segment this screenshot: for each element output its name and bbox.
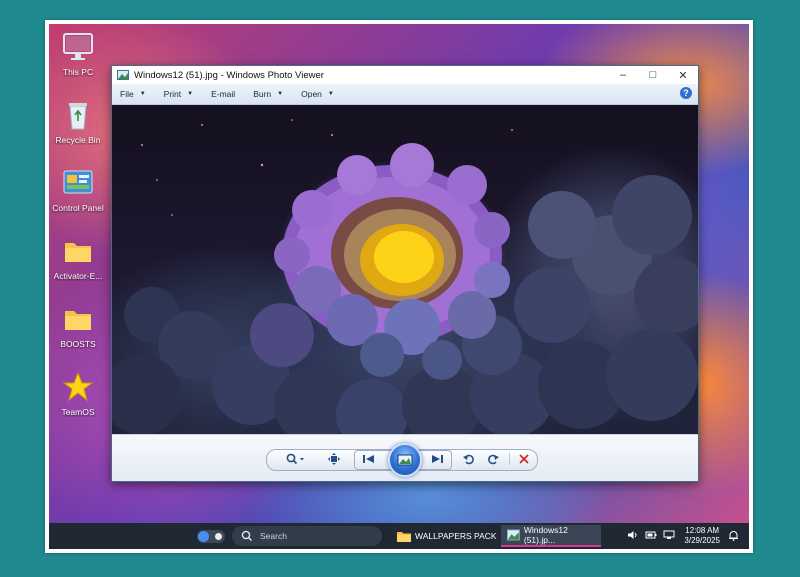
notification-bell-icon[interactable] <box>728 530 739 543</box>
slideshow-icon <box>397 454 413 466</box>
fit-window-icon <box>328 453 340 465</box>
taskbar-search-box[interactable]: Search <box>232 526 382 546</box>
star-icon <box>61 370 95 404</box>
rotate-counterclockwise-button[interactable] <box>461 451 477 467</box>
menu-label: Print <box>163 89 182 99</box>
folder-icon <box>61 302 95 336</box>
dropdown-arrow-icon: ▼ <box>187 91 194 97</box>
desktop-icon-this-pc[interactable]: This PC <box>49 30 107 77</box>
system-tray: 12:08 AM 3/29/2025 <box>624 523 741 549</box>
taskbar-app-photo-viewer[interactable]: Windows12 (51).jp... <box>501 525 601 547</box>
desktop-icon-label: TeamOS <box>61 407 95 417</box>
photo-icon <box>507 529 520 541</box>
actual-size-button[interactable] <box>324 451 344 467</box>
window-title: Windows12 (51).jpg - Windows Photo Viewe… <box>134 69 324 81</box>
desktop-icon-control-panel[interactable]: Control Panel <box>49 166 107 213</box>
delete-button[interactable] <box>516 451 532 467</box>
menu-print[interactable]: Print ▼ <box>160 89 197 99</box>
search-icon <box>241 530 253 542</box>
search-placeholder: Search <box>260 531 287 541</box>
taskbar-app-label: Windows12 (51).jp... <box>523 525 568 545</box>
close-button[interactable]: ✕ <box>668 66 698 84</box>
battery-icon[interactable] <box>645 530 657 542</box>
desktop-icon-label: Control Panel <box>52 203 104 213</box>
network-icon[interactable] <box>663 530 675 542</box>
delete-icon <box>519 454 529 464</box>
desktop-icon-teamos[interactable]: TeamOS <box>49 370 107 417</box>
rotate-left-icon <box>463 454 474 465</box>
next-icon <box>432 455 443 463</box>
menu-open[interactable]: Open ▼ <box>297 89 338 99</box>
desktop-icon-boosts[interactable]: BOOSTS <box>49 302 107 349</box>
menu-burn[interactable]: Burn ▼ <box>249 89 287 99</box>
menu-label: E-mail <box>211 89 236 99</box>
widgets-toggle[interactable] <box>197 530 225 543</box>
minimize-icon: – <box>619 69 627 81</box>
control-panel-icon <box>61 166 95 200</box>
desktop-icon-label: Recycle Bin <box>55 135 101 145</box>
maximize-icon: □ <box>649 69 657 81</box>
menu-email[interactable]: E-mail <box>207 89 239 99</box>
toggle-knob <box>198 531 209 542</box>
help-button[interactable]: ? <box>680 87 692 99</box>
monitor-icon <box>61 30 95 64</box>
close-icon: ✕ <box>678 69 688 82</box>
dropdown-arrow-icon: ▼ <box>139 91 146 97</box>
photo-viewer-window: Windows12 (51).jpg - Windows Photo Viewe… <box>111 65 699 482</box>
maximize-button[interactable]: □ <box>638 66 668 84</box>
rotate-right-icon <box>488 454 499 465</box>
desktop-icon-label: Activator-E... <box>53 271 103 281</box>
desktop-icon-label: BOOSTS <box>60 339 96 349</box>
recycle-bin-icon <box>61 98 95 132</box>
menu-bar: File ▼ Print ▼ E-mail Burn ▼ Open ▼ ? <box>112 84 698 105</box>
slideshow-button[interactable] <box>388 443 422 477</box>
previous-icon <box>363 455 374 463</box>
taskbar: Search WALLPAPERS PACK Windows12 (51).jp… <box>49 523 749 549</box>
menu-label: Open <box>301 89 322 99</box>
folder-icon <box>61 234 95 268</box>
next-button[interactable] <box>426 452 448 466</box>
desktop-icon-recycle-bin[interactable]: Recycle Bin <box>49 98 107 145</box>
dropdown-arrow-icon: ▼ <box>327 91 334 97</box>
desktop-icon-label: This PC <box>62 67 94 77</box>
folder-icon <box>397 532 411 542</box>
viewer-controls <box>112 434 698 481</box>
desktop: This PC Recycle Bin Control Panel Activa… <box>49 24 749 549</box>
menu-label: File <box>120 89 134 99</box>
dropdown-arrow-icon: ▼ <box>277 91 284 97</box>
photo-viewer-app-icon <box>117 70 129 80</box>
photo-display <box>112 105 698 435</box>
clock[interactable]: 12:08 AM 3/29/2025 <box>684 526 720 546</box>
menu-label: Burn <box>253 89 272 99</box>
rotate-clockwise-button[interactable] <box>485 451 501 467</box>
clock-time: 12:08 AM <box>685 526 720 535</box>
minimize-button[interactable]: – <box>608 66 638 84</box>
title-bar[interactable]: Windows12 (51).jpg - Windows Photo Viewe… <box>112 66 698 84</box>
taskbar-app-label: WALLPAPERS PACK <box>415 531 497 541</box>
desktop-icon-activator[interactable]: Activator-E... <box>49 234 107 281</box>
separator <box>509 453 510 465</box>
menu-file[interactable]: File ▼ <box>116 89 150 99</box>
taskbar-app-wallpapers-pack[interactable]: WALLPAPERS PACK <box>391 525 503 547</box>
zoom-icon <box>286 453 304 465</box>
previous-button[interactable] <box>358 452 380 466</box>
photo-image <box>112 119 698 435</box>
screenshot-frame: This PC Recycle Bin Control Panel Activa… <box>45 20 753 553</box>
camera-icon <box>215 533 222 540</box>
clock-date: 3/29/2025 <box>684 536 720 545</box>
zoom-button[interactable] <box>284 451 308 467</box>
volume-icon[interactable] <box>627 530 639 542</box>
